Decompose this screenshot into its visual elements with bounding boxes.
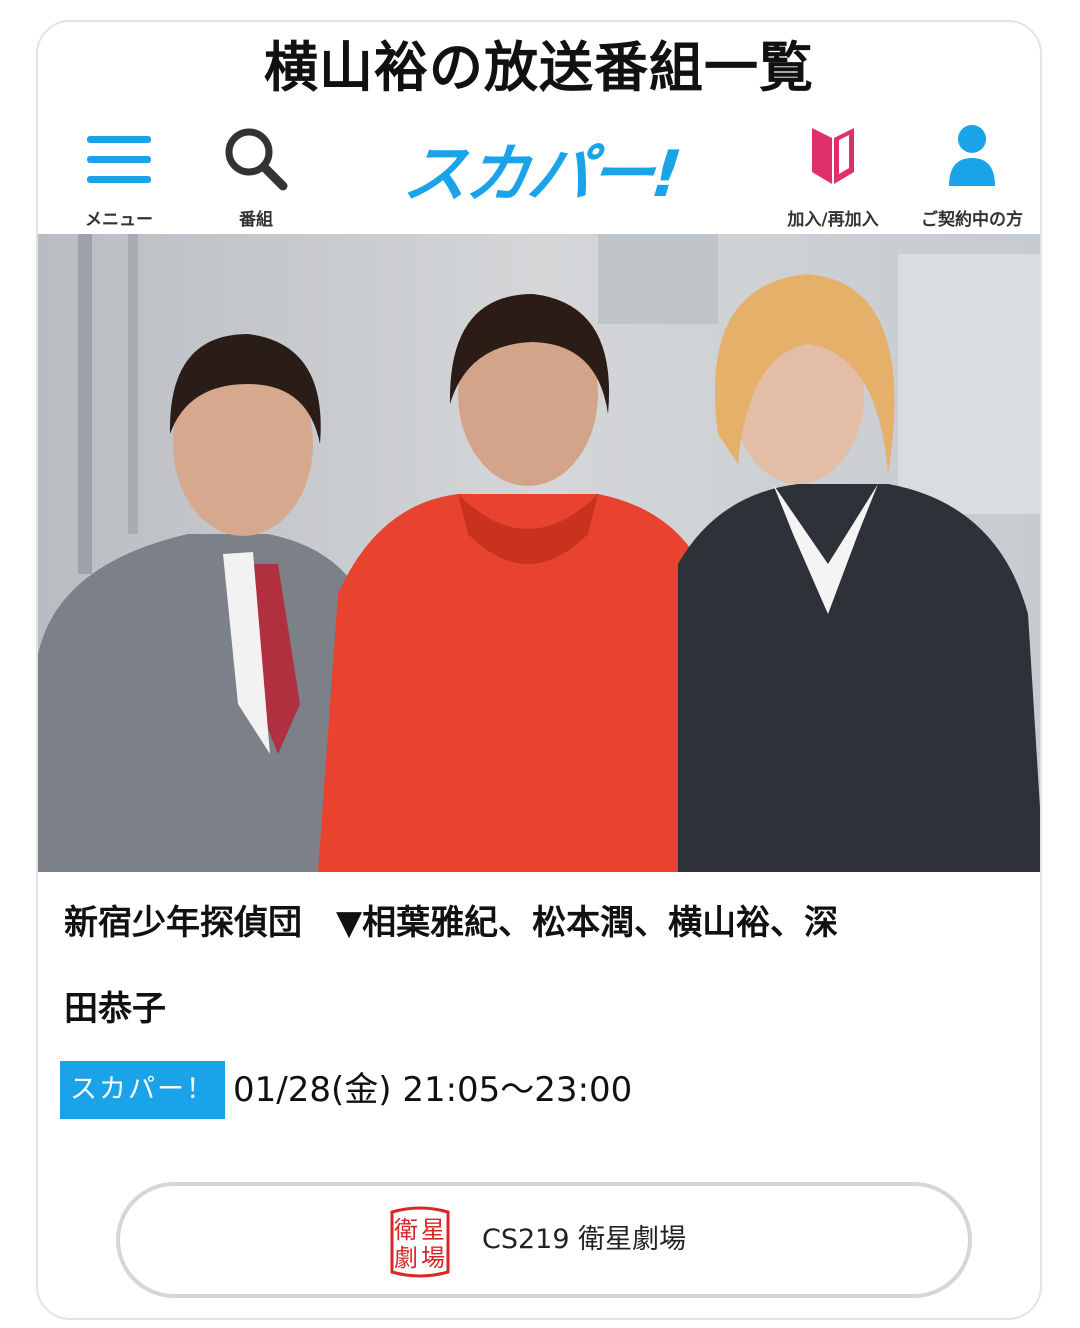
program-title[interactable]: 新宿少年探偵団 ▼相葉雅紀、松本潤、横山裕、深 田恭子 bbox=[64, 880, 1014, 1052]
platform-badge: スカパー！ bbox=[60, 1061, 225, 1119]
logo-char-4: 場 bbox=[421, 1244, 445, 1272]
search-icon bbox=[225, 128, 288, 191]
user-icon bbox=[949, 125, 995, 186]
program-search-button[interactable]: 番組 bbox=[216, 118, 296, 236]
program-title-line-1: 新宿少年探偵団 ▼相葉雅紀、松本潤、横山裕、深 bbox=[64, 903, 839, 943]
broadcast-schedule: スカパー！ 01/28(金) 21:05～23:00 bbox=[60, 1061, 633, 1119]
page-title: 横山裕の放送番組一覧 bbox=[264, 36, 814, 99]
program-photo bbox=[38, 234, 1040, 872]
account-button[interactable]: ご契約中の方 bbox=[906, 118, 1038, 236]
program-photo-image bbox=[38, 234, 1040, 872]
hamburger-menu-icon bbox=[87, 136, 151, 183]
broadcast-datetime: 01/28(金) 21:05～23:00 bbox=[233, 1070, 633, 1110]
eisei-gekijo-logo-icon: 衛 星 劇 場 bbox=[390, 1206, 450, 1278]
logo-char-3: 劇 bbox=[394, 1244, 418, 1272]
search-label: 番組 bbox=[239, 210, 273, 230]
beginner-mark-icon bbox=[812, 128, 854, 184]
channel-label: CS219 衛星劇場 bbox=[482, 1224, 687, 1255]
page-card: 横山裕の放送番組一覧 メニュー 番組 スカパー! 加入/再加入 ご契約中の方 新… bbox=[36, 20, 1042, 1320]
menu-button[interactable]: メニュー bbox=[74, 118, 164, 236]
top-navbar: メニュー 番組 スカパー! 加入/再加入 ご契約中の方 bbox=[38, 118, 1040, 236]
account-label: ご契約中の方 bbox=[921, 210, 1023, 230]
skyperfect-logo[interactable]: スカパー! bbox=[400, 138, 698, 212]
join-button[interactable]: 加入/再加入 bbox=[773, 118, 893, 236]
logo-char-1: 衛 bbox=[394, 1216, 418, 1244]
join-label: 加入/再加入 bbox=[787, 210, 879, 230]
program-title-line-2: 田恭子 bbox=[64, 989, 166, 1029]
menu-label: メニュー bbox=[85, 210, 153, 230]
channel-button[interactable]: 衛 星 劇 場 CS219 衛星劇場 bbox=[116, 1182, 972, 1298]
logo-char-2: 星 bbox=[421, 1216, 445, 1244]
